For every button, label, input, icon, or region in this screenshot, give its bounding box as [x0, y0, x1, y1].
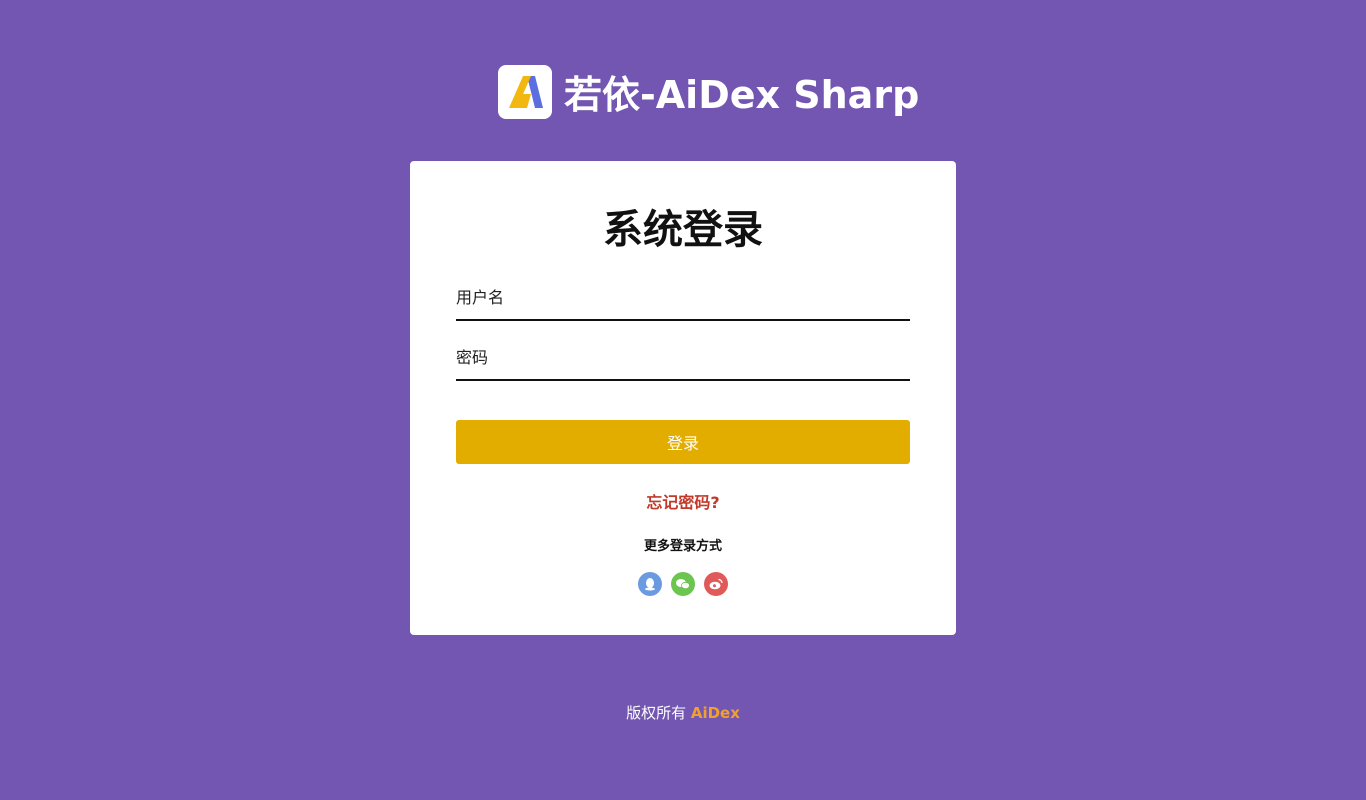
more-login-methods-label: 更多登录方式: [643, 539, 722, 554]
logo: [498, 64, 552, 119]
wechat-icon[interactable]: [671, 572, 695, 596]
login-button[interactable]: 登录: [456, 420, 910, 464]
footer-brand: AiDex: [690, 704, 740, 722]
forgot-password-link[interactable]: 忘记密码?: [410, 489, 956, 513]
footer: 版权所有 AiDex: [0, 702, 1366, 723]
username-field-wrapper: [456, 279, 910, 321]
social-login-row: [410, 572, 956, 596]
brand-header: 若依-AiDex Sharp: [498, 64, 919, 119]
copyright-label: 版权所有: [626, 704, 687, 722]
qq-icon[interactable]: [638, 572, 662, 596]
login-title: 系统登录: [603, 207, 763, 253]
weibo-icon[interactable]: [704, 572, 728, 596]
logo-icon: [509, 75, 543, 108]
app-title: 若依-AiDex Sharp: [564, 73, 920, 117]
login-card: 系统登录 登录 忘记密码? 更多登录方式: [410, 161, 956, 635]
username-input[interactable]: [456, 279, 910, 315]
password-field-wrapper: [456, 339, 910, 381]
password-input[interactable]: [456, 339, 910, 375]
